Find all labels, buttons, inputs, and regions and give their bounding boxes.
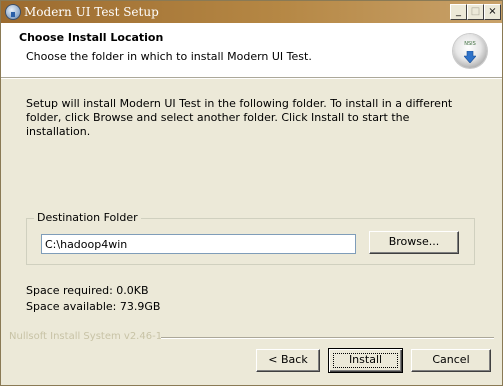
cancel-button[interactable]: Cancel [411, 349, 491, 372]
window-title: Modern UI Test Setup [24, 5, 159, 19]
browse-button[interactable]: Browse... [369, 231, 459, 254]
footer-separator [161, 337, 494, 339]
focus-rectangle [333, 353, 398, 368]
destination-folder-input[interactable] [41, 234, 356, 254]
nsis-logo-icon: NSIS [453, 34, 487, 68]
title-bar[interactable]: Modern UI Test Setup _ □ × [1, 1, 502, 23]
app-installer-icon [5, 4, 21, 20]
logo-label: NSIS [464, 41, 476, 47]
installer-brand-text: Nullsoft Install System v2.46-1 [9, 331, 163, 342]
page-header: Choose Install Location Choose the folde… [1, 23, 502, 77]
maximize-button[interactable]: □ [467, 4, 484, 20]
page-title: Choose Install Location [19, 31, 164, 44]
close-button[interactable]: × [484, 4, 501, 20]
space-required-text: Space required: 0.0KB [26, 284, 149, 297]
down-arrow-icon [464, 51, 476, 63]
installer-window: Modern UI Test Setup _ □ × Choose Instal… [0, 0, 503, 386]
page-subtitle: Choose the folder in which to install Mo… [26, 50, 312, 63]
minimize-button[interactable]: _ [450, 4, 467, 20]
intro-text: Setup will install Modern UI Test in the… [26, 97, 453, 138]
space-available-text: Space available: 73.9GB [26, 300, 161, 313]
header-separator [1, 77, 502, 79]
destination-folder-label: Destination Folder [34, 211, 141, 224]
install-button[interactable]: Install [328, 348, 403, 373]
back-button[interactable]: < Back [256, 349, 320, 372]
